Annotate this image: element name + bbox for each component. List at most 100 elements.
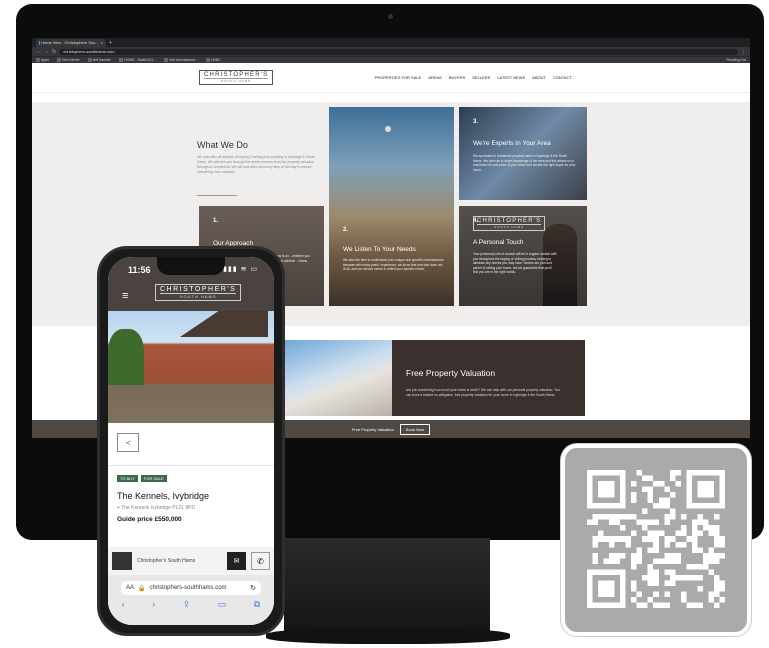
book-now-button[interactable]: Book Now: [399, 423, 431, 435]
card-body: Your personal point of contact will be i…: [473, 252, 557, 275]
extensions-icon[interactable]: ⋮: [741, 49, 746, 55]
card-title: We Listen To Your Needs: [343, 246, 416, 253]
browser-tab[interactable]: Home New - Christophers Sou... ×: [36, 38, 106, 47]
tree: [108, 329, 144, 385]
share-icon[interactable]: ≺: [117, 433, 139, 452]
status-icons: ▮▮▮ ≋ ▭: [223, 266, 258, 273]
agent-thumbnail: [112, 552, 132, 570]
tabs-icon[interactable]: ⧉: [254, 599, 260, 610]
bookmark-icon: [36, 58, 40, 63]
phone-notch: [157, 257, 225, 275]
safari-nav: ‹ › ⇪ ▭ ⧉: [108, 599, 274, 610]
card-title: We're Experts In Your Area: [473, 140, 551, 147]
moon-icon: [385, 126, 391, 132]
tag-for-sale: FOR SALE: [140, 475, 167, 482]
bookmark-icon: [87, 58, 92, 63]
property-title[interactable]: The Kennels, Ivybridge: [117, 491, 209, 501]
menu-about[interactable]: ABOUT: [532, 75, 546, 80]
back-icon[interactable]: ←: [36, 49, 41, 55]
safari-toolbar: AA 🔒 christophers-southhams.com ↻ ‹ › ⇪ …: [108, 575, 274, 625]
site-header: CHRISTOPHER'S SOUTH HAMS PROPERTIES FOR …: [32, 63, 750, 93]
divider: [197, 195, 237, 196]
phone-logo[interactable]: CHRISTOPHER'S SOUTH HAMS: [155, 284, 242, 301]
lock-icon: 🔒: [138, 585, 146, 592]
site-logo[interactable]: CHRISTOPHER'S SOUTH HAMS: [199, 70, 274, 85]
menu-buyers[interactable]: BUYERS: [449, 75, 465, 80]
banner-text: Free Property Valuation: [351, 426, 394, 432]
qr-code-icon: [587, 470, 725, 608]
imac-camera: [388, 14, 393, 19]
divider: [108, 465, 274, 466]
new-tab-button[interactable]: +: [109, 40, 112, 46]
bookmark-item[interactable]: HOME - SwithLEO...: [119, 58, 156, 63]
bookmark-item[interactable]: Self Assessment...: [164, 58, 198, 63]
forward-icon[interactable]: ›: [152, 599, 155, 610]
main-menu: PROPERTIES FOR SALE AREAS BUYERS SELLERS…: [375, 75, 572, 80]
card-number: 2.: [343, 227, 349, 233]
card-body: We specialise in residential property sa…: [473, 154, 576, 172]
reload-icon[interactable]: ↻: [52, 49, 56, 55]
card-title: A Personal Touch: [473, 239, 524, 246]
back-icon[interactable]: ‹: [122, 599, 125, 610]
bookmark-icon: [164, 58, 169, 63]
menu-news[interactable]: LATEST NEWS: [497, 75, 525, 80]
property-photo[interactable]: [108, 311, 274, 423]
section-body: We look after all aspects of buying & se…: [197, 155, 315, 174]
menu-areas[interactable]: AREAS: [428, 75, 442, 80]
tab-close-icon[interactable]: ×: [101, 40, 103, 45]
menu-contact[interactable]: CONTACT: [553, 75, 572, 80]
safari-address-bar[interactable]: AA 🔒 christophers-southhams.com ↻: [121, 581, 261, 595]
bookmark-item[interactable]: HSBC: [205, 58, 221, 63]
card-number: 1.: [213, 218, 219, 224]
bookmarks-icon[interactable]: ▭: [218, 599, 227, 610]
card-logo: CHRISTOPHER'S SOUTH HAMS: [473, 216, 546, 231]
tag-to-buy: TO BUY: [117, 475, 138, 482]
iphone-mockup: 11:56 ▮▮▮ ≋ ▭ ≡ CHRISTOPHER'S SOUTH HAMS…: [97, 246, 285, 636]
card-number: 4.: [473, 218, 479, 224]
phone-screen: 11:56 ▮▮▮ ≋ ▭ ≡ CHRISTOPHER'S SOUTH HAMS…: [108, 257, 274, 625]
card-experts[interactable]: 3. We're Experts In Your Area We special…: [459, 107, 587, 200]
safari-url: christophers-southhams.com: [149, 585, 227, 591]
mail-icon[interactable]: ✉: [227, 552, 246, 570]
tag-list: TO BUY FOR SALE: [117, 475, 167, 482]
card-personal-touch[interactable]: CHRISTOPHER'S SOUTH HAMS 4. A Personal T…: [459, 206, 587, 306]
tab-title: Home New - Christophers Sou...: [41, 40, 99, 45]
browser-tabbar: Home New - Christophers Sou... × +: [32, 38, 750, 47]
menu-sellers[interactable]: SELLERS: [472, 75, 490, 80]
status-time: 11:56: [128, 265, 151, 275]
qr-code-card[interactable]: [561, 444, 751, 636]
card-we-listen[interactable]: 2. We Listen To Your Needs We take the t…: [329, 107, 454, 306]
share-icon[interactable]: ⇪: [183, 599, 191, 610]
bookmark-item[interactable]: NetTransfer: [87, 58, 111, 63]
bookmark-item[interactable]: Xtra Server: [56, 58, 80, 63]
marketing-mockup: Home New - Christophers Sou... × + ← → ↻…: [0, 0, 769, 648]
valuation-body: Are you wondering how much your home is …: [406, 388, 560, 397]
property-price: Guide price £550,000: [117, 516, 182, 523]
menu-properties[interactable]: PROPERTIES FOR SALE: [375, 75, 422, 80]
text-size-button[interactable]: AA: [126, 585, 134, 591]
property-address: ⌖ The Kennels Ivybridge PL21 9PD: [117, 505, 196, 511]
card-number: 3.: [473, 119, 479, 125]
reading-list[interactable]: Reading List: [727, 58, 746, 62]
bookmark-icon: [205, 58, 210, 63]
bookmark-item[interactable]: Apps: [36, 58, 49, 63]
forward-icon[interactable]: →: [44, 49, 49, 55]
hamburger-icon[interactable]: ≡: [122, 290, 128, 302]
reload-icon[interactable]: ↻: [250, 584, 256, 592]
address-input[interactable]: christophers-southhams.com: [59, 48, 738, 55]
agent-bar: Christopher's South Hams ✉ ✆: [108, 547, 274, 575]
browser-addressbar: ← → ↻ christophers-southhams.com ⋮: [32, 47, 750, 56]
street-photo: [284, 340, 392, 416]
imac-foot: [266, 628, 510, 644]
valuation-panel: Free Property Valuation Are you wonderin…: [392, 340, 585, 416]
valuation-title: Free Property Valuation: [406, 368, 496, 378]
bookmark-icon: [56, 58, 61, 63]
bookmarks-bar: Apps Xtra Server NetTransfer HOME - Swit…: [32, 56, 750, 63]
imac-stand: [284, 538, 490, 634]
phone-icon[interactable]: ✆: [251, 552, 270, 570]
agent-name: Christopher's South Hams: [137, 558, 196, 564]
section-title: What We Do: [197, 140, 248, 150]
card-body: We take the time to understand your uniq…: [343, 258, 444, 272]
bookmark-icon: [119, 58, 124, 63]
house-roof: [180, 311, 268, 337]
